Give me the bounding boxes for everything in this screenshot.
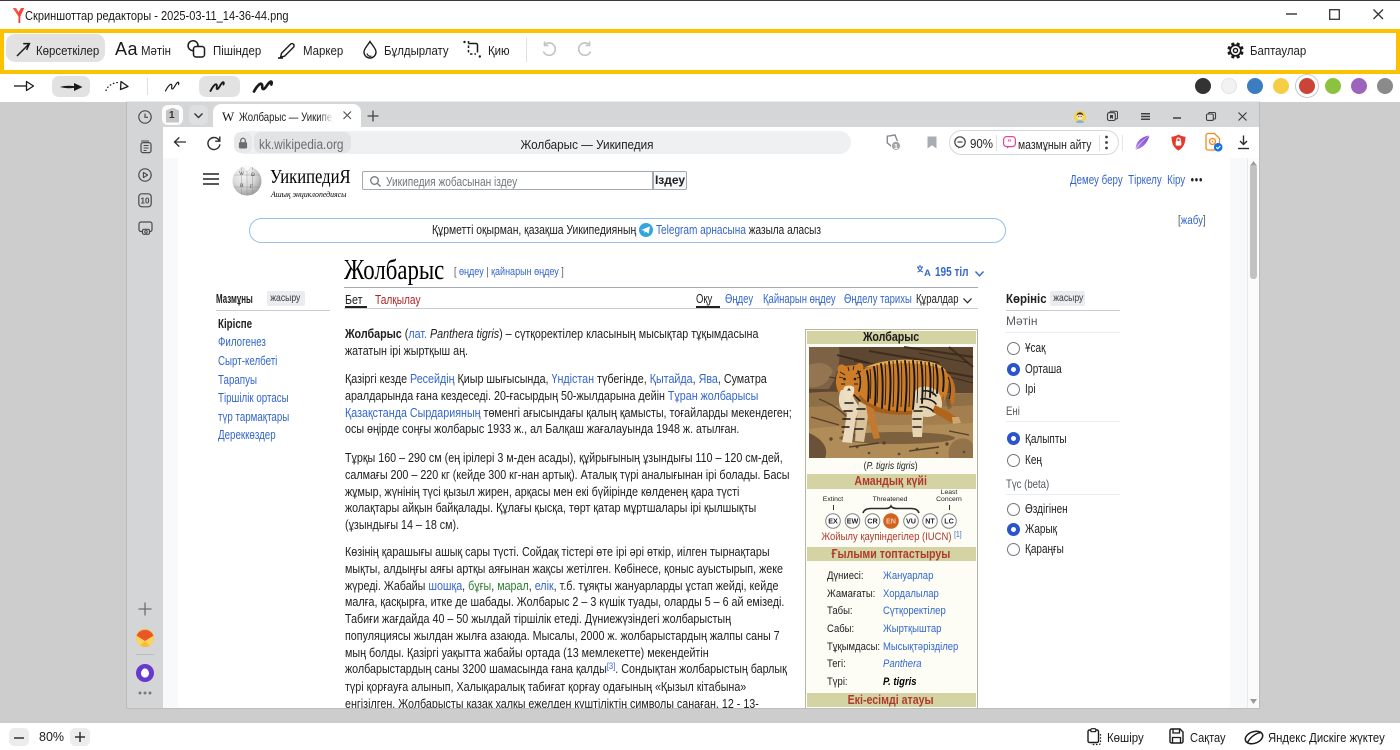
svg-text:“: “ — [1008, 137, 1012, 146]
svg-text:W: W — [239, 171, 245, 177]
svg-text:EW: EW — [847, 516, 859, 525]
svg-text:EN: EN — [886, 516, 896, 525]
svg-text:EX: EX — [828, 516, 838, 525]
svg-text:NT: NT — [925, 516, 935, 525]
svg-text:LC: LC — [944, 516, 954, 525]
svg-text:И: И — [240, 184, 244, 189]
svg-text:1: 1 — [894, 141, 898, 150]
svg-text:A: A — [924, 268, 931, 279]
svg-text:Γ: Γ — [250, 185, 253, 190]
svg-text:Ω: Ω — [251, 173, 255, 178]
svg-text:VU: VU — [906, 516, 916, 525]
svg-text:CR: CR — [867, 516, 878, 525]
svg-text:10: 10 — [141, 196, 150, 205]
